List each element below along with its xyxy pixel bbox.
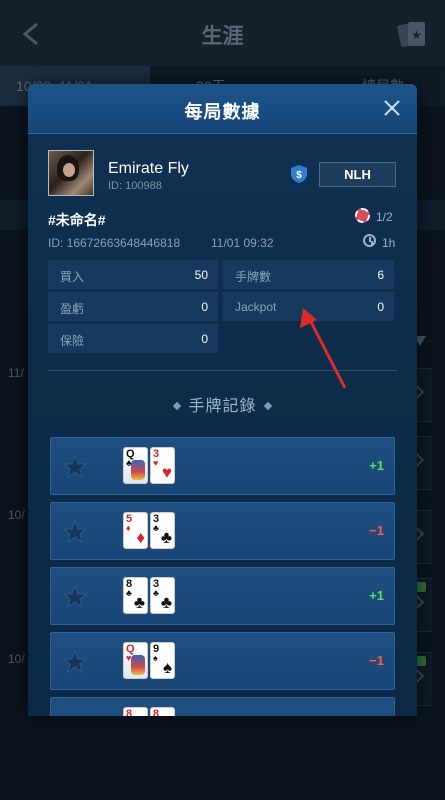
playing-card: Q ♥ bbox=[123, 642, 148, 679]
stat-value: 0 bbox=[377, 300, 384, 314]
hand-result: +1 bbox=[369, 458, 384, 473]
stat-profit: 盈虧 0 bbox=[48, 292, 218, 321]
divider bbox=[48, 370, 397, 371]
diamond-icon bbox=[173, 401, 182, 411]
hand-result: −1 bbox=[369, 653, 384, 668]
card-rank: 8 bbox=[153, 708, 160, 716]
user-id: ID: 100988 bbox=[108, 180, 162, 192]
diamond-icon bbox=[263, 401, 272, 411]
background-date: 10/ bbox=[8, 652, 25, 666]
card-suit-large: ♦ bbox=[136, 528, 145, 547]
background-title: 生涯 bbox=[201, 25, 244, 48]
hand-row[interactable]: 5 ♦ ♦ 3 ♣ ♣ −1 bbox=[50, 502, 395, 560]
game-type-button[interactable]: NLH bbox=[319, 162, 396, 187]
playing-card: 8♥♥ bbox=[123, 707, 148, 716]
game-time: 11/01 09:32 bbox=[211, 236, 274, 250]
playing-card: 3 ♣ ♣ bbox=[150, 577, 175, 614]
playing-card: 9 ♠ ♠ bbox=[150, 642, 175, 679]
hand-row[interactable]: Q ♣ 3 ♥ ♥ +1 bbox=[50, 437, 395, 495]
card-suit: ♣ bbox=[153, 523, 159, 533]
card-suit-large: ♥ bbox=[161, 463, 172, 482]
card-suit: ♥ bbox=[153, 458, 159, 468]
player-count: 1/2 bbox=[376, 210, 393, 224]
stat-label: 買入 bbox=[60, 270, 85, 284]
background-date: 10/ bbox=[8, 508, 25, 522]
hand-row[interactable]: 8 ♣ ♣ 3 ♣ ♣ +1 bbox=[50, 567, 395, 625]
stat-label: Jackpot bbox=[235, 300, 277, 314]
svg-text:$: $ bbox=[296, 170, 302, 181]
stat-insurance: 保險 0 bbox=[48, 324, 218, 353]
playing-card: 3 ♣ ♣ bbox=[150, 512, 175, 549]
background-header: 生涯 ★ bbox=[0, 0, 445, 66]
card-suit: ♣ bbox=[153, 588, 159, 598]
background-date: 11/ bbox=[8, 366, 24, 380]
playing-card: 3 ♥ ♥ bbox=[150, 447, 175, 484]
hand-result: −1 bbox=[369, 523, 384, 538]
stat-label: 保險 bbox=[60, 334, 85, 348]
game-duration: 1h bbox=[382, 236, 396, 250]
card-figure bbox=[131, 655, 145, 675]
star-icon[interactable] bbox=[63, 585, 87, 609]
chip-icon bbox=[355, 208, 370, 223]
cards-icon[interactable]: ★ bbox=[397, 18, 429, 50]
card-suit-large: ♣ bbox=[160, 528, 172, 547]
hand-result: +1 bbox=[369, 588, 384, 603]
clock-icon bbox=[363, 234, 376, 247]
avatar[interactable] bbox=[48, 150, 94, 196]
card-suit: ♣ bbox=[126, 588, 132, 598]
playing-card: Q ♣ bbox=[123, 447, 148, 484]
card-suit-large: ♣ bbox=[160, 593, 172, 612]
hand-row[interactable]: 8♥♥8♥♥ bbox=[50, 697, 395, 716]
stat-value: 6 bbox=[377, 268, 384, 282]
card-figure bbox=[131, 460, 145, 480]
svg-text:★: ★ bbox=[411, 28, 422, 42]
modal-title: 每局數據 bbox=[184, 102, 261, 122]
star-icon[interactable] bbox=[63, 520, 87, 544]
close-icon[interactable] bbox=[381, 97, 403, 119]
stat-value: 0 bbox=[201, 300, 208, 314]
stat-label: 盈虧 bbox=[60, 302, 85, 316]
stat-value: 0 bbox=[201, 332, 208, 346]
card-rank: 8 bbox=[126, 708, 133, 716]
card-suit-large: ♠ bbox=[162, 658, 172, 677]
stat-label: 手牌數 bbox=[235, 270, 272, 284]
star-icon[interactable] bbox=[63, 455, 87, 479]
shield-dollar-icon: $ bbox=[291, 165, 307, 183]
stat-jackpot: Jackpot 0 bbox=[223, 292, 394, 321]
user-name: Emirate Fly bbox=[108, 160, 189, 177]
stat-value: 50 bbox=[194, 268, 208, 282]
stat-hands: 手牌數 6 bbox=[223, 260, 394, 289]
stat-buyin: 買入 50 bbox=[48, 260, 218, 289]
playing-card: 8 ♣ ♣ bbox=[123, 577, 148, 614]
section-title: 手牌記錄 bbox=[28, 392, 417, 416]
section-title-label: 手牌記錄 bbox=[188, 398, 257, 415]
card-suit: ♦ bbox=[126, 523, 131, 533]
star-icon[interactable] bbox=[63, 650, 87, 674]
modal-header: 每局數據 bbox=[28, 84, 417, 134]
hand-row[interactable]: Q ♥ 9 ♠ ♠ −1 bbox=[50, 632, 395, 690]
card-suit-large: ♣ bbox=[133, 593, 145, 612]
game-id: ID: 16672663648446818 bbox=[48, 236, 181, 250]
star-icon[interactable] bbox=[63, 715, 87, 716]
avatar-face bbox=[63, 163, 75, 177]
hand-data-modal: 每局數據 Emirate Fly ID: 100988 $ NLH #未命名# … bbox=[28, 84, 417, 716]
game-name: #未命名# bbox=[48, 212, 106, 228]
playing-card: 8♥♥ bbox=[150, 707, 175, 716]
card-suit: ♠ bbox=[153, 653, 158, 663]
playing-card: 5 ♦ ♦ bbox=[123, 512, 148, 549]
